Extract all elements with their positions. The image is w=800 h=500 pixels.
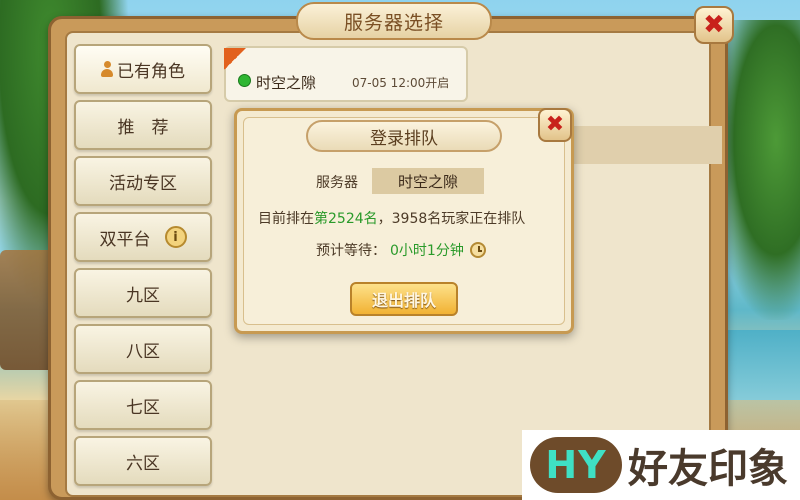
sidebar-item-label: 双平台 bbox=[99, 229, 151, 250]
watermark-text: 好友印象 bbox=[628, 446, 788, 492]
server-status-icon bbox=[238, 74, 251, 87]
rank-value: 第2524名 bbox=[314, 211, 378, 227]
rank-suffix: ，3958名玩家正在排队 bbox=[377, 211, 526, 227]
sidebar-item-dual-platform[interactable]: 双平台 i bbox=[74, 212, 212, 262]
close-icon: ✖ bbox=[545, 112, 565, 137]
watermark: HY 好友印象 bbox=[522, 430, 800, 500]
sidebar-item-label: 七区 bbox=[126, 397, 160, 418]
hy-logo-text: HY bbox=[545, 443, 607, 487]
sidebar-item-zone-7[interactable]: 七区 bbox=[74, 380, 212, 430]
sidebar-item-zone-9[interactable]: 九区 bbox=[74, 268, 212, 318]
server-label: 服务器 bbox=[316, 175, 358, 191]
info-icon[interactable]: i bbox=[164, 226, 187, 248]
panel-close-button[interactable]: ✖ bbox=[694, 6, 734, 44]
sidebar-item-label: 九区 bbox=[126, 285, 160, 306]
dialog-close-button[interactable]: ✖ bbox=[538, 108, 572, 142]
wait-label: 预计等待： bbox=[316, 243, 386, 259]
wait-value: 0小时1分钟 bbox=[390, 243, 464, 259]
dialog-title: 登录排队 bbox=[306, 120, 502, 152]
sidebar-item-events[interactable]: 活动专区 bbox=[74, 156, 212, 206]
exit-queue-button[interactable]: 退出排队 bbox=[350, 282, 458, 316]
server-open-time: 07-05 12:00开启 bbox=[352, 76, 450, 90]
sidebar-item-label: 六区 bbox=[126, 453, 160, 474]
sidebar-item-existing-roles[interactable]: 已有角色 bbox=[74, 44, 212, 94]
sidebar-item-zone-8[interactable]: 八区 bbox=[74, 324, 212, 374]
server-name: 时空之隙 bbox=[256, 74, 317, 92]
sidebar-item-label: 活动专区 bbox=[109, 173, 177, 194]
clock-icon bbox=[469, 242, 486, 258]
server-entry-partial bbox=[572, 126, 722, 164]
panel-title: 服务器选择 bbox=[343, 11, 444, 34]
hy-logo: HY bbox=[530, 437, 622, 493]
sidebar-item-recommended[interactable]: 推 荐 bbox=[74, 100, 212, 150]
sidebar-item-label: 已有角色 bbox=[117, 61, 185, 82]
sidebar-item-zone-6[interactable]: 六区 bbox=[74, 436, 212, 486]
person-icon bbox=[101, 61, 113, 77]
panel-title-plate: 服务器选择 bbox=[296, 2, 492, 40]
sidebar-item-label: 八区 bbox=[126, 341, 160, 362]
close-icon: ✖ bbox=[703, 10, 725, 40]
server-value: 时空之隙 bbox=[372, 168, 484, 194]
estimated-wait-text: 预计等待： 0小时1分钟 bbox=[316, 240, 486, 260]
sidebar-item-label: 推 荐 bbox=[117, 117, 169, 138]
new-server-ribbon bbox=[224, 48, 246, 70]
queue-position-text: 目前排在第2524名，3958名玩家正在排队 bbox=[258, 208, 525, 228]
rank-prefix: 目前排在 bbox=[258, 211, 314, 227]
